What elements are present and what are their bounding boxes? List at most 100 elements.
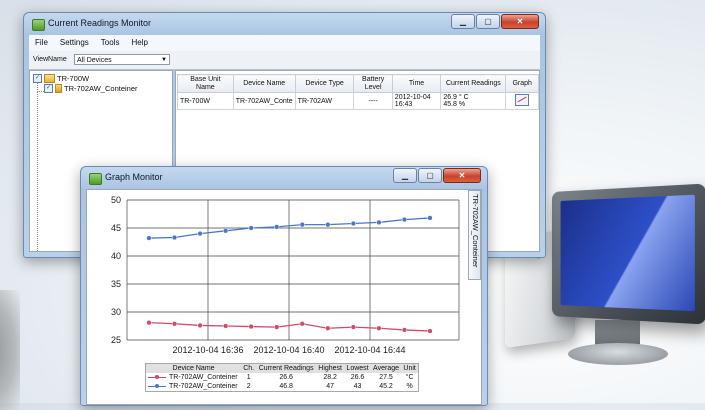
y-tick-label: 30 [111,307,121,317]
x-tick-label: 2012-10-04 16:44 [334,345,405,355]
legend-ch: 2 [241,382,256,391]
menu-help[interactable]: Help [125,35,153,51]
legend-unit: % [401,382,418,391]
cell-battery: ---- [354,93,392,110]
monitor-screen [561,195,695,311]
maximize-button[interactable]: ▢ [476,14,500,29]
y-tick-label: 35 [111,279,121,289]
legend-highest: 47 [316,382,344,391]
chart-legend-table: Device Name Ch. Current Readings Highest… [145,363,419,392]
data-point [377,326,382,331]
menu-settings[interactable]: Settings [54,35,95,51]
legend-highest: 28.2 [316,373,344,382]
graph-icon[interactable] [515,94,529,106]
col-battery[interactable]: Battery Level [354,75,392,93]
chevron-down-icon: ▼ [161,55,167,66]
view-name-value: All Devices [77,57,112,64]
graph-area: 25 30 35 40 45 50 2012-10-04 16:36 2012-10-04 1… [86,189,482,405]
col-device-name[interactable]: Device Name [233,75,295,93]
legend-col-lowest: Lowest [344,364,371,373]
legend-current: 26.6 [256,373,316,382]
title-bar[interactable]: Current Readings Monitor ▁ ▢ ✕ [24,13,545,35]
legend-col-average: Average [371,364,401,373]
legend-average: 27.5 [371,373,401,382]
menu-bar: File Settings Tools Help [29,35,540,51]
legend-average: 45.2 [371,382,401,391]
data-point [325,222,330,227]
reading-temperature: 26.9 ° C [443,94,503,101]
menu-tools[interactable]: Tools [95,35,126,51]
legend-col-ch: Ch. [241,364,256,373]
tree-item-root[interactable]: ✓ TR-700W [33,74,89,83]
close-button[interactable]: ✕ [501,14,539,29]
y-tick-label: 25 [111,335,121,345]
time-date: 2012-10-04 [395,94,439,101]
graph-monitor-window: Graph Monitor ▁ ▢ ✕ 25 30 35 40 45 50 2012-10-… [80,166,488,406]
data-point [172,321,177,326]
graph-window-title: Graph Monitor [105,172,163,182]
x-tick-label: 2012-10-04 16:36 [172,345,243,355]
minimize-button[interactable]: ▁ [393,168,417,183]
legend-current: 46.8 [256,382,316,391]
data-point [147,320,152,325]
close-button[interactable]: ✕ [443,168,481,183]
col-current-readings[interactable]: Current Readings [441,75,506,93]
col-device-type[interactable]: Device Type [295,75,354,93]
legend-row: TR-702AW_Conteiner 1 26.6 28.2 26.6 27.5… [146,373,418,382]
data-point [300,321,305,326]
data-point [274,224,279,229]
tree-guide [37,91,38,251]
background-shadow [0,290,20,410]
data-point [223,228,228,233]
data-point [198,231,203,236]
col-graph[interactable]: Graph [506,75,539,93]
x-tick-label: 2012-10-04 16:40 [253,345,324,355]
checkbox-child[interactable]: ✓ [44,84,53,93]
cell-time: 2012-10-04 16:43 [392,93,441,110]
folder-icon [44,74,55,83]
data-point [351,325,356,330]
device-side-tab[interactable]: TR-702AW_Conteiner [468,190,481,280]
legend-col-current: Current Readings [256,364,316,373]
legend-lowest: 26.6 [344,373,371,382]
view-name-label: ViewName [33,56,67,63]
data-point [402,217,407,222]
legend-device-name: TR-702AW_Conteiner [169,374,238,381]
time-clock: 16:43 [395,101,439,108]
cell-base-unit: TR-700W [178,93,234,110]
reading-humidity: 45.8 % [443,101,503,108]
monitor-base [568,343,668,365]
data-point [402,328,407,333]
data-point [249,324,254,329]
legend-lowest: 43 [344,382,371,391]
tree-root-label: TR-700W [57,74,89,83]
maximize-button[interactable]: ▢ [418,168,442,183]
tree-connector [37,83,44,92]
cell-graph [506,93,539,110]
data-point [325,326,330,331]
cell-device-name: TR-702AW_Conte [233,93,295,110]
data-point [300,222,305,227]
data-point [274,325,279,330]
app-icon [89,173,102,185]
tree-item-child[interactable]: ✓ TR-702AW_Conteiner [44,84,138,93]
window-title: Current Readings Monitor [48,18,151,28]
readings-table: Base Unit Name Device Name Device Type B… [177,74,539,110]
graph-title-bar[interactable]: Graph Monitor ▁ ▢ ✕ [81,167,487,189]
col-time[interactable]: Time [392,75,441,93]
view-name-select[interactable]: All Devices ▼ [74,54,170,65]
menu-file[interactable]: File [29,35,54,51]
data-point [249,226,254,231]
y-tick-label: 40 [111,251,121,261]
minimize-button[interactable]: ▁ [451,14,475,29]
y-tick-label: 50 [111,195,121,205]
tree-child-label: TR-702AW_Conteiner [64,84,138,93]
cell-current-readings: 26.9 ° C 45.8 % [441,93,506,110]
data-point [147,236,152,241]
checkbox-root[interactable]: ✓ [33,74,42,83]
device-icon [55,84,62,93]
legend-unit: °C [401,373,418,382]
col-base-unit[interactable]: Base Unit Name [178,75,234,93]
table-row[interactable]: TR-700W TR-702AW_Conte TR-702AW ---- 201… [178,93,539,110]
view-toolbar: ViewName All Devices ▼ [29,51,540,70]
